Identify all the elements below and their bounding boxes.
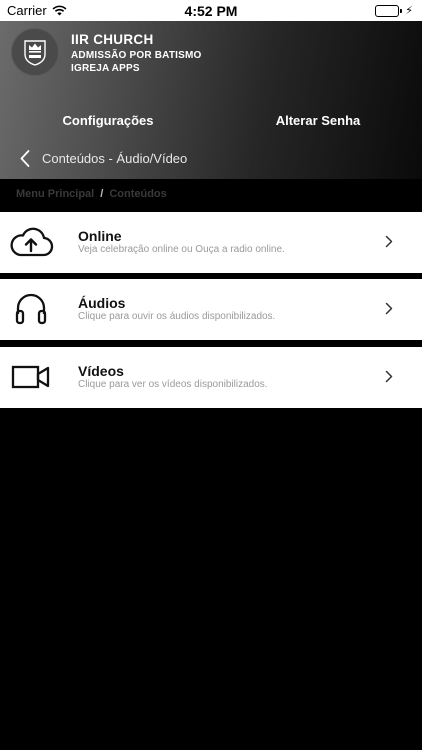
breadcrumb-item-conteudos[interactable]: Conteúdos bbox=[109, 188, 166, 200]
chevron-right-icon bbox=[385, 302, 393, 320]
clock: 4:52 PM bbox=[184, 3, 238, 19]
list-item-audios[interactable]: Áudios Clique para ouvir os áudios dispo… bbox=[0, 279, 422, 340]
item-description: Veja celebração online ou Ouça a radio o… bbox=[78, 244, 285, 255]
church-crown-logo-icon bbox=[11, 28, 59, 76]
headphones-icon bbox=[8, 291, 54, 327]
app-header: IIR CHURCH ADMISSÃO POR BATISMO IGREJA A… bbox=[0, 21, 422, 179]
cloud-upload-icon bbox=[8, 224, 54, 260]
change-password-button[interactable]: Alterar Senha bbox=[223, 113, 413, 128]
list-item-videos[interactable]: Vídeos Clique para ver os vídeos disponi… bbox=[0, 347, 422, 408]
battery-icon: ⚡ bbox=[375, 4, 413, 17]
item-title: Online bbox=[78, 228, 122, 244]
breadcrumb: Menu Principal / Conteúdos bbox=[16, 188, 167, 200]
org-subtitle: ADMISSÃO POR BATISMO bbox=[71, 50, 202, 61]
charging-bolt-icon: ⚡ bbox=[405, 5, 413, 17]
chevron-right-icon bbox=[385, 370, 393, 388]
org-name: IIR CHURCH bbox=[71, 32, 154, 47]
item-description: Clique para ouvir os áudios disponibiliz… bbox=[78, 311, 276, 322]
breadcrumb-separator: / bbox=[100, 188, 104, 200]
page-title: Conteúdos - Áudio/Vídeo bbox=[42, 151, 188, 166]
chevron-right-icon bbox=[385, 235, 393, 253]
org-app-name: IGREJA APPS bbox=[71, 63, 140, 74]
status-bar: Carrier 4:52 PM ⚡ bbox=[0, 0, 422, 21]
navigation-bar: Conteúdos - Áudio/Vídeo bbox=[0, 148, 422, 170]
breadcrumb-item-menu-principal[interactable]: Menu Principal bbox=[16, 188, 94, 200]
video-camera-icon bbox=[8, 359, 54, 395]
item-title: Áudios bbox=[78, 295, 126, 311]
item-title: Vídeos bbox=[78, 363, 124, 379]
settings-button[interactable]: Configurações bbox=[13, 113, 203, 128]
back-chevron-icon[interactable] bbox=[20, 150, 30, 172]
item-description: Clique para ver os vídeos disponibilizad… bbox=[78, 379, 268, 390]
list-item-online[interactable]: Online Veja celebração online ou Ouça a … bbox=[0, 212, 422, 273]
